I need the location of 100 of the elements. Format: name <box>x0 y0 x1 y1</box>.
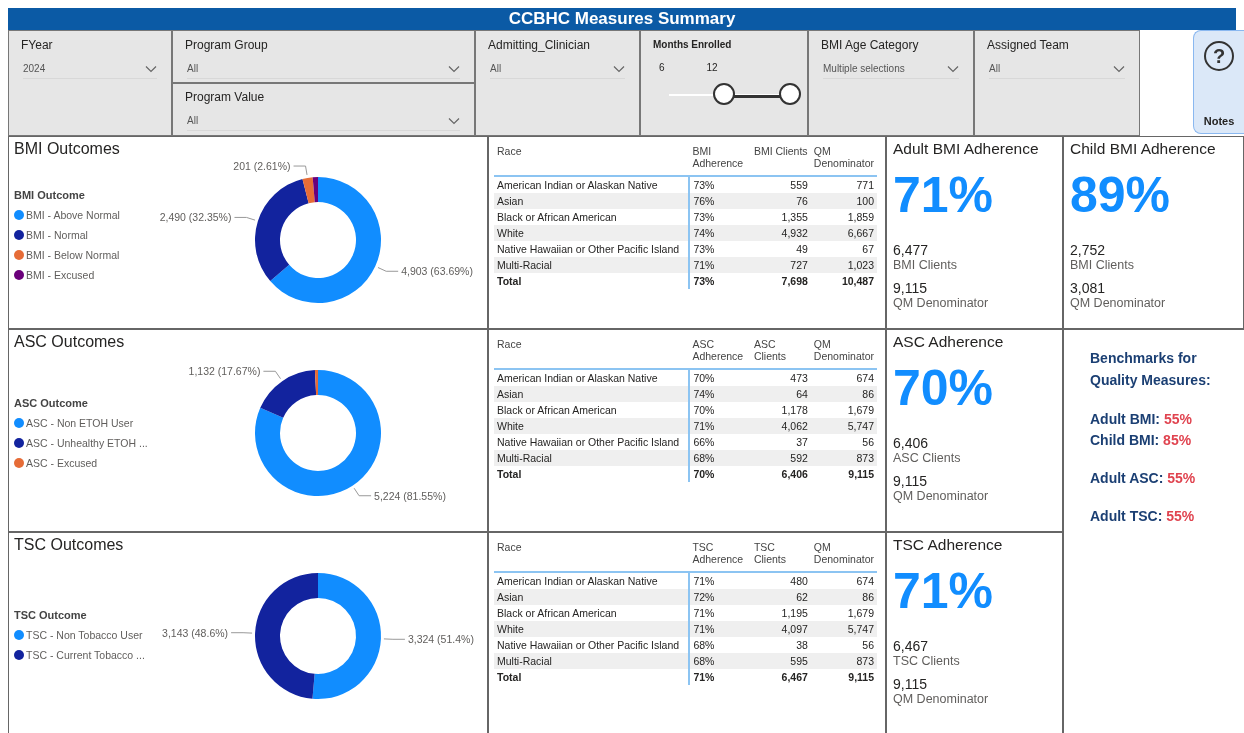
benchmark-item: Adult TSC: 55% <box>1090 507 1195 526</box>
table-cell: 1,023 <box>810 257 877 273</box>
table-cell: 71% <box>689 418 751 434</box>
dashboard-title: CCBHC Measures Summary <box>507 8 737 30</box>
table-cell: 70% <box>689 369 751 386</box>
table-cell: 71% <box>689 257 751 273</box>
column-header: QM Denominator <box>810 541 877 572</box>
table-cell: Multi-Racial <box>494 450 690 466</box>
benchmarks-title: Benchmarks for Quality Measures: <box>1090 349 1212 390</box>
table-cell: 100 <box>810 193 877 209</box>
dropdown[interactable]: Multiple selections <box>823 62 959 79</box>
dropdown[interactable]: All <box>187 62 460 79</box>
table-cell: 559 <box>750 176 811 193</box>
table-cell: 64 <box>750 386 811 402</box>
column-header: QM Denominator <box>810 338 877 369</box>
table-cell: 73% <box>689 176 751 193</box>
table-cell: 9,115 <box>810 669 877 685</box>
leader-line <box>383 638 406 640</box>
table-cell: 71% <box>689 605 751 621</box>
column-header: Race <box>494 541 690 572</box>
column-header: BMI Clients <box>750 145 811 176</box>
table-cell: 473 <box>750 369 811 386</box>
stat-label: QM Denominator <box>893 692 989 706</box>
leader-line <box>377 267 399 272</box>
table-cell: 771 <box>810 176 877 193</box>
table-cell: 38 <box>750 637 811 653</box>
help-icon: ? <box>1204 41 1234 71</box>
stat-label: BMI Clients <box>1070 258 1134 272</box>
table-cell: 74% <box>689 386 751 402</box>
table-cell: 71% <box>689 621 751 637</box>
table-cell: 4,932 <box>750 225 811 241</box>
chevron-down-icon <box>1113 64 1125 73</box>
legend-label: TSC - Current Tobacco ... <box>26 649 145 661</box>
slider-thumb[interactable] <box>779 83 801 105</box>
slicer-label: Months Enrolled <box>652 38 733 50</box>
slicer-label: Assigned Team <box>986 37 1070 52</box>
table-cell: 37 <box>750 434 811 450</box>
table-cell: White <box>494 621 690 637</box>
kpi-value: 71% <box>893 566 994 616</box>
card-title: Adult BMI Adherence <box>893 140 1039 158</box>
dropdown[interactable]: All <box>187 114 460 131</box>
table-cell: 68% <box>689 653 751 669</box>
table-cell: 73% <box>689 209 751 225</box>
range-min-value[interactable]: 6 <box>655 60 669 75</box>
table-cell: 6,406 <box>750 466 811 482</box>
data-label: 1,132 (17.67%) <box>188 365 261 378</box>
table-cell: Asian <box>494 589 690 605</box>
stat-value: 6,406 <box>893 435 929 451</box>
dropdown[interactable]: All <box>490 62 625 79</box>
benchmark-item: Child BMI: 85% <box>1090 431 1192 450</box>
table-cell: Total <box>494 669 690 685</box>
stat-label: TSC Clients <box>893 654 960 668</box>
kpi-value: 89% <box>1070 170 1171 220</box>
stat-value: 9,115 <box>893 280 927 296</box>
legend-label: BMI - Below Normal <box>26 248 120 261</box>
table-cell: 62 <box>750 589 811 605</box>
slicer-label: Admitting_Clinician <box>487 37 592 52</box>
legend-label: ASC - Non ETOH User <box>26 416 134 429</box>
table-cell: 73% <box>689 241 751 257</box>
table-cell: White <box>494 225 690 241</box>
table-cell: 74% <box>689 225 751 241</box>
benchmark-item: Adult BMI: 55% <box>1090 410 1192 429</box>
table-cell: 71% <box>689 669 751 685</box>
slicer-label: Program Value <box>184 89 266 104</box>
table-cell: Multi-Racial <box>494 653 690 669</box>
stat-label: BMI Clients <box>893 258 957 272</box>
stat-value: 6,477 <box>893 242 929 258</box>
slider-thumb[interactable] <box>713 83 735 105</box>
column-header: ASC Adherence <box>689 338 751 369</box>
table-cell: White <box>494 418 690 434</box>
slicer-label: FYear <box>20 37 54 52</box>
chevron-down-icon <box>613 64 625 73</box>
table-cell: 71% <box>689 572 751 589</box>
table-cell: Multi-Racial <box>494 257 690 273</box>
table-cell: 595 <box>750 653 811 669</box>
data-label: 201 (2.61%) <box>233 160 291 173</box>
stat-label: QM Denominator <box>893 296 989 310</box>
leader-line <box>353 487 372 497</box>
range-max-value[interactable]: 12 <box>702 60 722 75</box>
slicer-label: Program Group <box>184 37 269 52</box>
legend-title: BMI Outcome <box>14 188 86 201</box>
stat-value: 3,081 <box>1070 280 1106 296</box>
dropdown[interactable]: All <box>989 62 1125 79</box>
table-cell: 674 <box>810 572 877 589</box>
legend-label: BMI - Excused <box>26 268 95 281</box>
table-cell: 76% <box>689 193 751 209</box>
table-cell: 9,115 <box>810 466 877 482</box>
card-title: TSC Adherence <box>893 536 1003 554</box>
table-cell: Total <box>494 273 690 289</box>
table-cell: 480 <box>750 572 811 589</box>
column-header: ASC Clients <box>750 338 811 369</box>
legend-label: BMI - Above Normal <box>26 208 120 221</box>
table-cell: 1,355 <box>750 209 811 225</box>
dropdown[interactable]: 2024 <box>23 62 157 79</box>
data-label: 3,143 (48.6%) <box>162 626 229 639</box>
table-cell: 6,667 <box>810 225 877 241</box>
column-header: Race <box>494 145 690 176</box>
notes-button[interactable]: ? Notes <box>1193 30 1244 134</box>
table-cell: 73% <box>689 273 751 289</box>
table-cell: 5,747 <box>810 418 877 434</box>
